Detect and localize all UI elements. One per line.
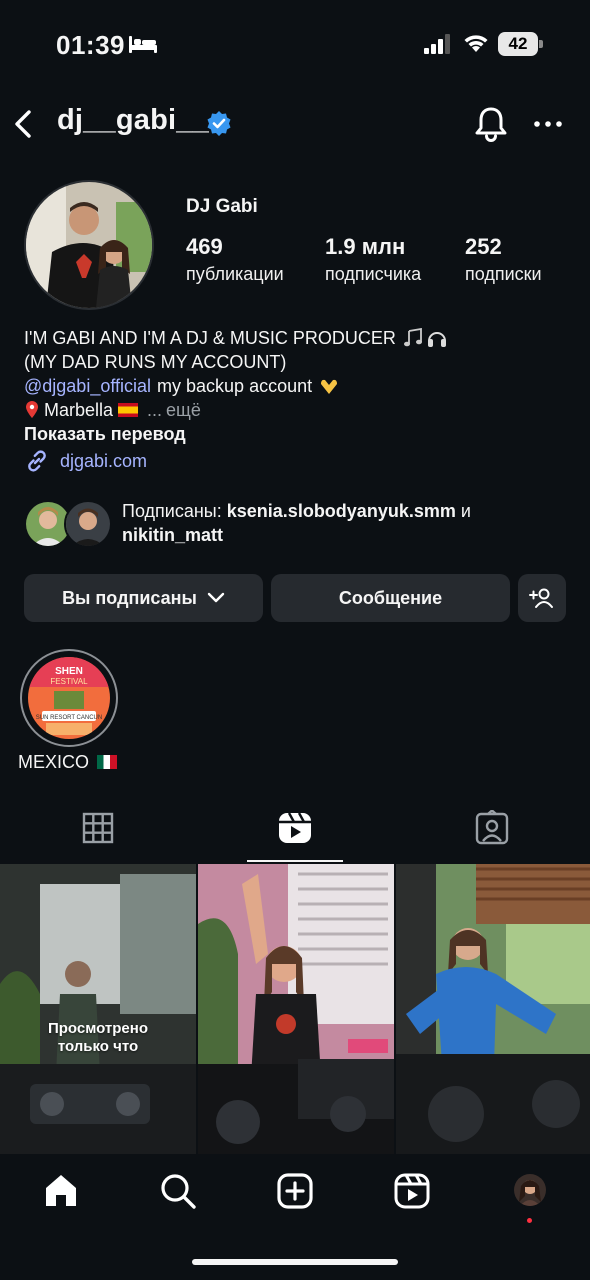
following-button[interactable]: Вы подписаны xyxy=(24,574,263,622)
headphones-icon xyxy=(427,332,446,347)
search-icon[interactable] xyxy=(159,1172,197,1210)
reel-thumbnail[interactable]: Просмотрено только что xyxy=(0,864,196,1154)
reel-thumbnail[interactable] xyxy=(198,864,394,1154)
stat-following-value: 252 xyxy=(465,234,502,259)
bio-line-2: (MY DAD RUNS MY ACCOUNT) xyxy=(24,352,287,372)
profile-tabs xyxy=(0,796,590,862)
stat-posts[interactable]: 469 публикации xyxy=(186,234,284,286)
highlight-label: MEXICO xyxy=(18,750,118,774)
stat-followers-value: 1.9 млн xyxy=(325,234,406,259)
website-text: djgabi.com xyxy=(60,450,148,471)
reel-thumbnail[interactable] xyxy=(396,864,590,1154)
highlight-label-text: MEXICO xyxy=(18,752,90,772)
stat-following[interactable]: 252 подписки xyxy=(465,234,542,286)
viewed-caption: Просмотрено только что xyxy=(47,1020,148,1055)
story-highlight-mexico[interactable]: SHEN FESTIVAL SUN RESORT CANCUN xyxy=(20,649,118,747)
following-button-label: Вы подписаны xyxy=(62,587,197,608)
status-time: 01:39 xyxy=(56,30,125,60)
bio-mention-link[interactable]: @djgabi_official xyxy=(24,374,151,398)
follower-avatar-2 xyxy=(64,500,112,548)
reels-icon[interactable] xyxy=(393,1172,431,1210)
tagged-tab-icon[interactable] xyxy=(474,810,510,846)
profile-avatar[interactable] xyxy=(24,180,154,310)
bio-more-button[interactable]: ещё xyxy=(166,398,201,422)
add-person-icon xyxy=(529,588,553,608)
svg-text:SUN RESORT CANCUN: SUN RESORT CANCUN xyxy=(36,715,102,721)
location-pin-icon xyxy=(26,401,38,418)
followed-by-user-1[interactable]: ksenia.slobodyanyuk.smm xyxy=(227,501,456,521)
profile-header: dj__gabi__ xyxy=(0,96,590,152)
bio-line-3: my backup account xyxy=(157,376,313,396)
reels-tab-icon[interactable] xyxy=(277,810,313,846)
stat-following-label: подписки xyxy=(465,264,542,284)
profile-bio: I'M GABI AND I'M A DJ & MUSIC PRODUCER (… xyxy=(24,326,564,446)
stat-followers-label: подписчика xyxy=(325,264,422,284)
battery-icon: 42 xyxy=(498,32,544,56)
link-icon xyxy=(28,450,46,472)
bio-location: Marbella xyxy=(44,400,114,420)
mexico-flag-icon xyxy=(97,755,118,769)
bio-line-1: I'M GABI AND I'M A DJ & MUSIC PRODUCER xyxy=(24,328,396,348)
notification-dot xyxy=(527,1218,532,1223)
spain-flag-icon xyxy=(118,403,139,417)
active-tab-indicator xyxy=(247,860,343,862)
suggested-users-button[interactable] xyxy=(518,574,566,622)
followed-by-section[interactable]: Подписаны: ksenia.slobodyanyuk.smm и nik… xyxy=(24,497,569,551)
profile-tab-avatar[interactable] xyxy=(512,1172,548,1208)
stat-followers[interactable]: 1.9 млн подписчика xyxy=(325,234,421,286)
message-button-label: Сообщение xyxy=(338,587,443,608)
reels-grid: Просмотрено только что xyxy=(0,864,590,1154)
message-button[interactable]: Сообщение xyxy=(271,574,510,622)
home-indicator xyxy=(192,1259,398,1265)
followed-by-prefix: Подписаны: xyxy=(122,501,222,521)
back-chevron-icon[interactable] xyxy=(10,106,38,142)
cellular-signal-icon xyxy=(424,34,450,54)
verified-badge-icon xyxy=(207,111,231,136)
show-translation-button[interactable]: Показать перевод xyxy=(24,422,186,446)
grid-tab-icon[interactable] xyxy=(80,810,116,846)
music-notes-icon xyxy=(403,328,422,347)
profile-username: dj__gabi__ xyxy=(57,104,209,136)
more-options-icon[interactable] xyxy=(532,110,564,138)
battery-level: 42 xyxy=(498,32,538,56)
followed-by-user-2[interactable]: nikitin_matt xyxy=(122,525,223,545)
create-post-icon[interactable] xyxy=(276,1172,314,1210)
profile-website-link[interactable]: djgabi.com xyxy=(24,447,147,475)
display-name: DJ Gabi xyxy=(186,196,258,217)
stat-posts-label: публикации xyxy=(186,264,284,284)
followed-by-text: Подписаны: ksenia.slobodyanyuk.smm и nik… xyxy=(122,499,562,547)
wifi-icon xyxy=(464,35,488,52)
highlight-cover: SHEN FESTIVAL SUN RESORT CANCUN xyxy=(28,657,110,739)
stat-posts-value: 469 xyxy=(186,234,223,259)
followed-by-conj: и xyxy=(460,501,471,521)
svg-text:FESTIVAL: FESTIVAL xyxy=(50,677,88,686)
home-icon[interactable] xyxy=(42,1172,80,1210)
svg-text:SHEN: SHEN xyxy=(55,666,83,677)
sleep-focus-icon xyxy=(129,36,157,53)
status-bar: 01:39 42 xyxy=(0,0,590,88)
heart-hands-icon xyxy=(321,379,338,394)
profile-photo xyxy=(26,182,152,308)
notification-bell-icon[interactable] xyxy=(472,104,510,144)
chevron-down-icon xyxy=(207,592,225,603)
